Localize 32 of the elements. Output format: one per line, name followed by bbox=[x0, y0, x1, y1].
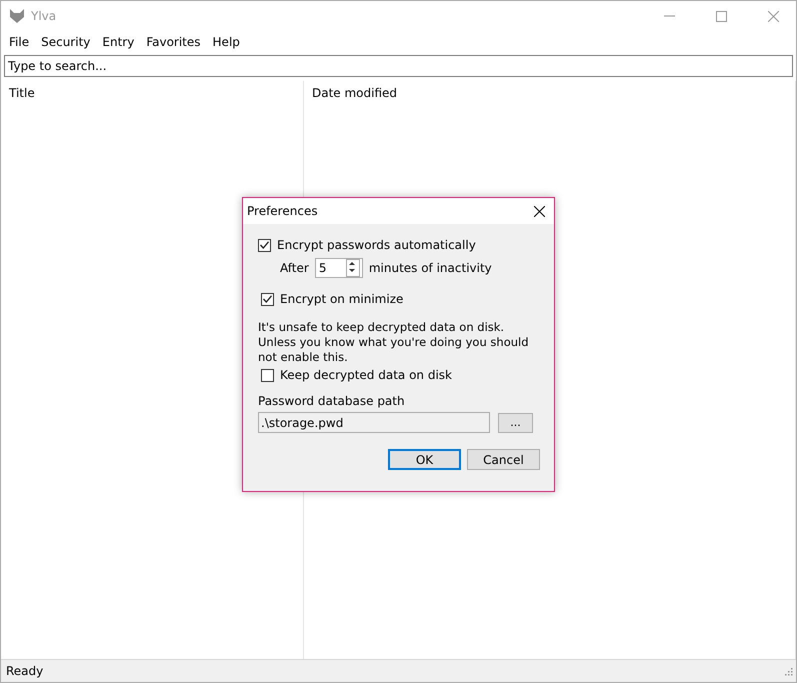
browse-button[interactable]: ... bbox=[498, 412, 533, 432]
column-header[interactable]: Title bbox=[1, 81, 303, 105]
path-field[interactable]: .\storage.pwd bbox=[258, 412, 490, 433]
checkbox-label[interactable]: Encrypt on minimize bbox=[280, 292, 404, 306]
minimize-icon bbox=[664, 15, 674, 17]
cancel-button[interactable]: Cancel bbox=[467, 449, 540, 470]
dialog-title: Preferences bbox=[247, 204, 318, 218]
search-field[interactable]: Type to search... bbox=[4, 55, 793, 77]
checkbox[interactable] bbox=[261, 368, 274, 382]
wolf-icon bbox=[9, 9, 25, 23]
close-icon bbox=[534, 206, 544, 216]
menu-item[interactable]: Security bbox=[35, 35, 96, 49]
status-text: Ready bbox=[6, 664, 44, 678]
checkbox-label[interactable]: Encrypt passwords automatically bbox=[277, 238, 476, 252]
minutes-label: minutes of inactivity bbox=[368, 261, 492, 275]
checkbox[interactable] bbox=[258, 238, 271, 252]
resize-grip-icon[interactable] bbox=[783, 666, 793, 676]
path-label: Password database path bbox=[258, 394, 405, 408]
window-title: Ylva bbox=[31, 9, 58, 23]
ok-button[interactable]: OK bbox=[388, 449, 461, 470]
menu-item[interactable]: Favorites bbox=[140, 35, 207, 49]
menu-item[interactable]: File bbox=[3, 35, 36, 49]
after-label: After bbox=[280, 261, 309, 275]
menu-item[interactable]: Entry bbox=[96, 35, 140, 49]
column-header[interactable]: Date modified bbox=[304, 81, 795, 105]
maximize-icon bbox=[716, 10, 726, 22]
menu-item[interactable]: Help bbox=[206, 35, 246, 49]
checkbox-label[interactable]: Keep decrypted data on disk bbox=[280, 368, 452, 382]
checkbox[interactable] bbox=[261, 292, 274, 306]
warning-text: It's unsafe to keep decrypted data on disk. Unless you know what you're doing you should not enable this. bbox=[258, 320, 530, 365]
close-icon bbox=[768, 10, 778, 22]
minutes-spinner[interactable]: 5 bbox=[314, 258, 363, 278]
